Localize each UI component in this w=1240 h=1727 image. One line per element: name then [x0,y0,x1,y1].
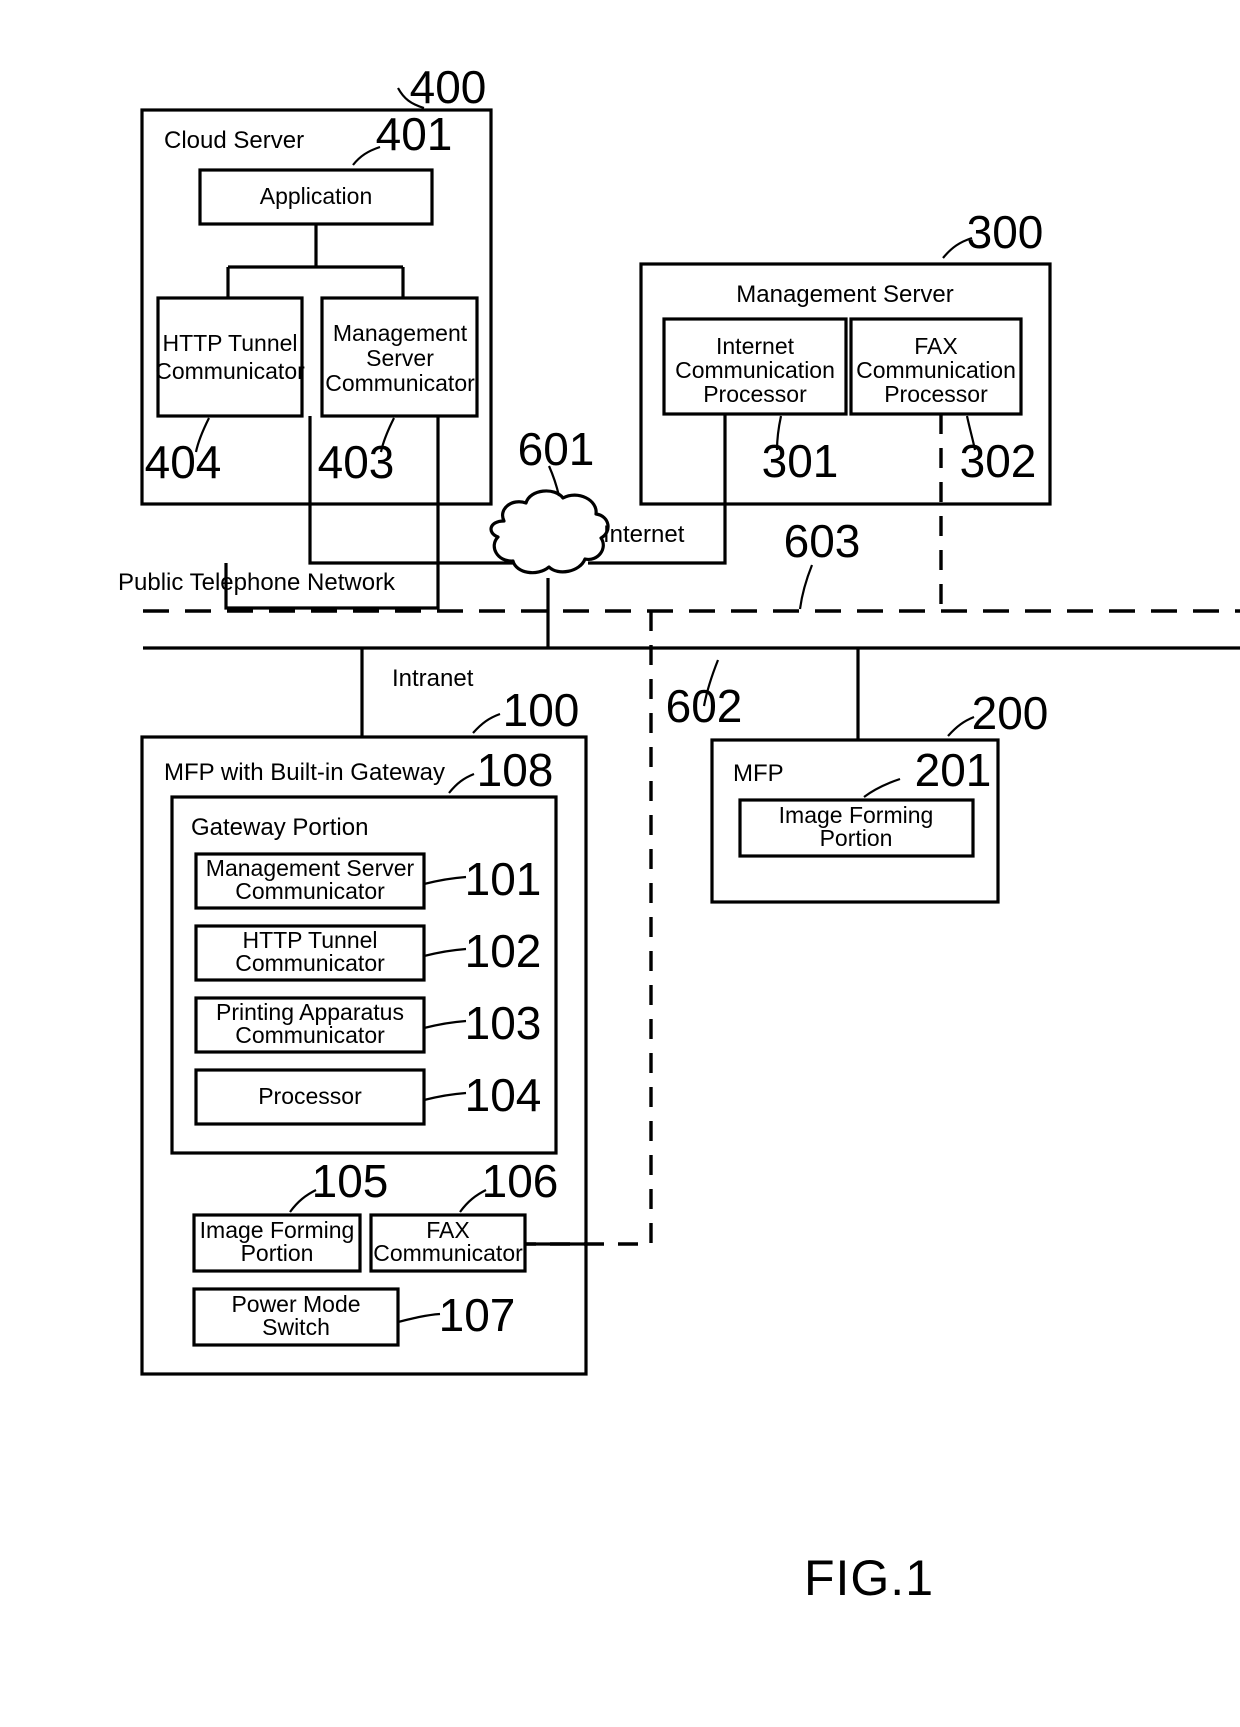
ref-201: 201 [915,744,992,796]
internet-label: Internet [603,521,685,548]
ref-403: 403 [318,436,395,488]
internet-comm-proc-l3: Processor [703,381,807,407]
ref-106: 106 [482,1155,559,1207]
gw-ms-comm-l2: Communicator [235,878,385,904]
gw-image-forming-l2: Portion [241,1240,314,1266]
ref-302: 302 [960,435,1037,487]
management-server-title: Management Server [736,281,953,308]
ref-105: 105 [312,1155,389,1207]
ref-101: 101 [465,853,542,905]
ref-103: 103 [465,997,542,1049]
http-tunnel-communicator-box-404 [156,296,304,418]
ms-communicator-label-l2: Server [366,345,434,371]
fax-comm-proc-l2: Communication [856,357,1016,383]
ms-communicator-label-l1: Management [333,320,468,346]
http-tunnel-communicator-label-l2: Communicator [155,358,305,384]
gw-fax-comm-l2: Communicator [373,1240,523,1266]
internet-cloud-icon [489,489,610,575]
gw-http-comm-l2: Communicator [235,950,385,976]
ref-104: 104 [465,1069,542,1121]
intranet-label: Intranet [392,665,474,692]
fax-comm-proc-l1: FAX [914,333,957,359]
http-tunnel-communicator-label-l1: HTTP Tunnel [162,330,297,356]
gw-processor-l1: Processor [258,1083,362,1109]
patent-figure-page: 400 Cloud Server Application 401 HTTP Tu… [0,0,1240,1727]
ref-404: 404 [145,436,222,488]
ref-401: 401 [376,108,453,160]
leader-603 [798,564,814,610]
gateway-portion-title: Gateway Portion [191,814,368,841]
application-fanout-connector [226,224,405,298]
internet-comm-proc-l1: Internet [716,333,795,359]
ref-300: 300 [967,206,1044,258]
leader-201 [863,777,901,798]
gw-printing-comm-l2: Communicator [235,1022,385,1048]
leader-102 [423,947,467,958]
figure-label: FIG.1 [804,1550,934,1606]
leader-100 [472,712,501,734]
ref-301: 301 [762,435,839,487]
leader-107 [397,1312,441,1324]
leader-101 [423,875,467,886]
ref-100: 100 [503,684,580,736]
leader-200 [947,715,975,737]
internet-comm-proc-l2: Communication [675,357,835,383]
public-telephone-network-label: Public Telephone Network [118,569,396,596]
mfp-image-forming-l2: Portion [820,825,893,851]
ref-400: 400 [410,61,487,113]
leader-108 [448,772,475,794]
ref-107: 107 [439,1289,516,1341]
power-mode-switch-l2: Switch [262,1314,330,1340]
ref-603: 603 [784,515,861,567]
ms-communicator-label-l3: Communicator [325,370,475,396]
fax-comm-proc-l3: Processor [884,381,988,407]
leader-104 [423,1091,467,1102]
figure-svg: 400 Cloud Server Application 401 HTTP Tu… [118,61,1240,1606]
application-label: Application [260,183,373,209]
ref-108: 108 [477,744,554,796]
ref-601: 601 [518,423,595,475]
ref-102: 102 [465,925,542,977]
ref-200: 200 [972,687,1049,739]
ref-602: 602 [666,680,743,732]
mfp-gateway-title: MFP with Built-in Gateway [164,759,445,786]
mfp-title: MFP [733,760,784,787]
cloud-server-title: Cloud Server [164,127,304,154]
leader-103 [423,1019,467,1030]
